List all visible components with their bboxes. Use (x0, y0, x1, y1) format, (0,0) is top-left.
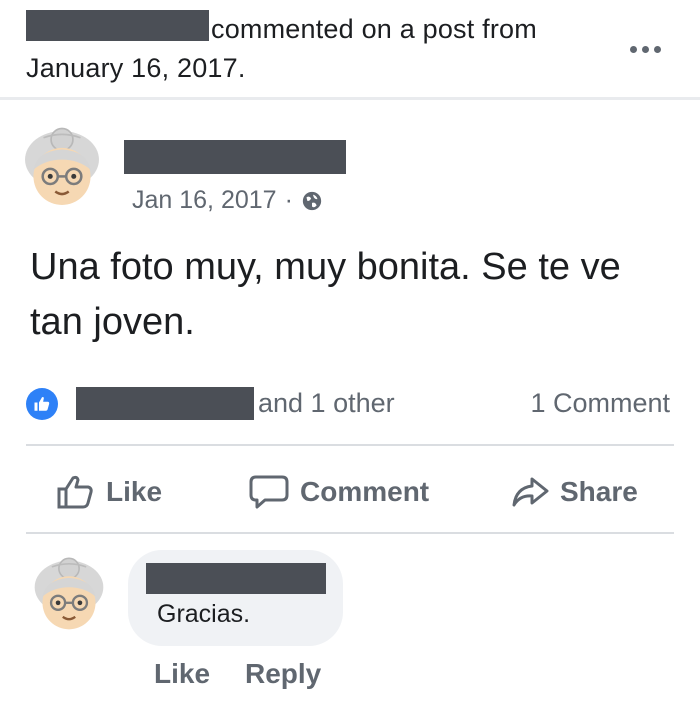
speech-bubble-icon (249, 475, 289, 509)
share-button[interactable]: Share (510, 470, 638, 514)
globe-icon (302, 191, 322, 210)
more-options-icon[interactable] (630, 40, 674, 58)
activity-action-text: commented on a post from (211, 14, 537, 44)
grandmother-avatar-icon[interactable] (20, 126, 104, 210)
reaction-others-text[interactable]: and 1 other (258, 388, 395, 419)
like-reaction-icon[interactable] (26, 388, 58, 420)
thumbs-up-outline-icon (57, 475, 93, 509)
comment-reply-button[interactable]: Reply (245, 658, 321, 690)
activity-header: commented on a post from January 16, 201… (0, 0, 700, 100)
header-divider (0, 97, 700, 100)
meta-separator: · (284, 186, 293, 214)
redacted-reactor-name (76, 387, 254, 420)
grandmother-avatar-icon[interactable] (30, 556, 108, 634)
activity-date-text: January 16, 2017. (26, 53, 246, 83)
post-date[interactable]: Jan 16, 2017 (132, 186, 277, 215)
actions-divider (26, 532, 674, 534)
post-meta: Jan 16, 2017 · (132, 186, 323, 215)
comment-button[interactable]: Comment (248, 470, 429, 514)
post-body-text: Una foto muy, muy bonita. Se te ve tan j… (30, 246, 621, 343)
redacted-name (26, 10, 209, 41)
redacted-commenter-name (146, 563, 326, 594)
thumbs-up-icon (34, 397, 50, 411)
comment-like-button[interactable]: Like (154, 658, 210, 690)
share-arrow-icon (512, 477, 549, 507)
like-button[interactable]: Like (56, 470, 162, 514)
comment-label: Comment (300, 476, 430, 507)
comment-count[interactable]: 1 Comment (530, 388, 670, 419)
reactions-divider (26, 444, 674, 446)
share-label: Share (560, 476, 638, 507)
comment-text: Gracias. (157, 600, 251, 628)
redacted-author-name (124, 140, 346, 174)
like-label: Like (106, 476, 163, 507)
